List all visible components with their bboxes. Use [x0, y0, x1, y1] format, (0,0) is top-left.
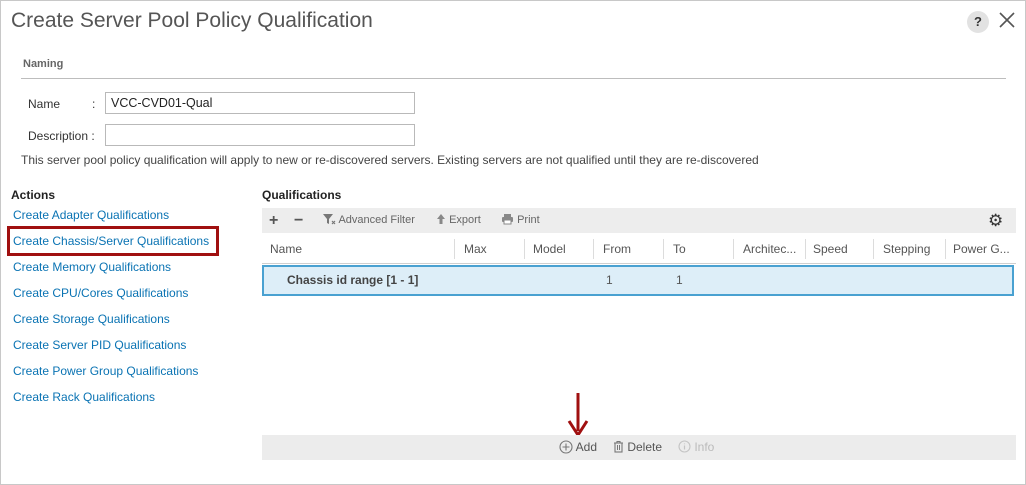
- add-circle-icon: [559, 440, 573, 454]
- create-server-pid-qualifications-link[interactable]: Create Server PID Qualifications: [13, 338, 186, 352]
- create-adapter-qualifications-link[interactable]: Create Adapter Qualifications: [13, 208, 169, 222]
- column-header-model[interactable]: Model: [533, 235, 593, 263]
- column-header-architecture[interactable]: Architec...: [743, 235, 805, 263]
- description-field[interactable]: [105, 124, 415, 146]
- qualifications-heading: Qualifications: [262, 188, 342, 202]
- description-label: Description :: [28, 129, 95, 143]
- column-divider: [805, 239, 806, 259]
- advanced-filter-button[interactable]: Advanced Filter: [322, 208, 415, 233]
- help-button[interactable]: ?: [967, 11, 989, 33]
- naming-section-label: Naming: [23, 58, 64, 70]
- column-divider: [873, 239, 874, 259]
- highlight-annotation-box: [7, 226, 219, 256]
- export-button[interactable]: Export: [436, 208, 481, 233]
- column-divider: [524, 239, 525, 259]
- trash-icon: [614, 440, 623, 453]
- remove-row-button[interactable]: −: [294, 208, 303, 233]
- info-icon: [678, 440, 691, 453]
- column-header-name[interactable]: Name: [270, 235, 450, 263]
- advanced-filter-label: Advanced Filter: [338, 214, 415, 226]
- column-header-max[interactable]: Max: [464, 235, 524, 263]
- column-header-to[interactable]: To: [673, 235, 733, 263]
- naming-divider: [21, 78, 1006, 79]
- name-label: Name: [28, 97, 61, 111]
- print-button[interactable]: Print: [501, 208, 540, 233]
- add-label: Add: [575, 440, 598, 454]
- create-storage-qualifications-link[interactable]: Create Storage Qualifications: [13, 312, 170, 326]
- create-rack-qualifications-link[interactable]: Create Rack Qualifications: [13, 390, 155, 404]
- info-button[interactable]: Info: [678, 435, 714, 460]
- name-colon: :: [92, 97, 96, 111]
- filter-icon: [323, 214, 336, 225]
- close-icon[interactable]: [997, 10, 1017, 30]
- name-field[interactable]: VCC-CVD01-Qual: [105, 92, 415, 114]
- add-row-button[interactable]: +: [269, 208, 278, 233]
- qualifications-toolbar: + − Advanced Filter Export Print ⚙: [262, 208, 1016, 233]
- dialog-title: Create Server Pool Policy Qualification: [11, 9, 373, 32]
- column-header-from[interactable]: From: [603, 235, 663, 263]
- export-label: Export: [449, 214, 481, 226]
- create-power-group-qualifications-link[interactable]: Create Power Group Qualifications: [13, 364, 198, 378]
- create-cpu-cores-qualifications-link[interactable]: Create CPU/Cores Qualifications: [13, 286, 188, 300]
- table-row[interactable]: Chassis id range [1 - 1] 1 1: [262, 265, 1014, 296]
- qualifications-action-bar: Add Delete Info: [262, 435, 1016, 460]
- create-memory-qualifications-link[interactable]: Create Memory Qualifications: [13, 260, 171, 274]
- export-icon: [437, 214, 445, 224]
- qualifications-table-header: Name Max Model From To Architec... Speed…: [262, 235, 1016, 264]
- print-label: Print: [517, 214, 540, 226]
- row-name-cell: Chassis id range [1 - 1]: [287, 273, 419, 287]
- actions-heading: Actions: [11, 188, 56, 202]
- delete-label: Delete: [627, 440, 663, 454]
- column-divider: [945, 239, 946, 259]
- column-divider: [663, 239, 664, 259]
- qualification-note: This server pool policy qualification wi…: [21, 153, 759, 167]
- gear-icon[interactable]: ⚙: [988, 208, 1003, 233]
- info-label: Info: [694, 440, 715, 454]
- add-button[interactable]: Add: [559, 435, 597, 460]
- printer-icon: [502, 214, 513, 225]
- column-divider: [733, 239, 734, 259]
- column-divider: [593, 239, 594, 259]
- column-header-stepping[interactable]: Stepping: [883, 235, 945, 263]
- column-header-power-group[interactable]: Power G...: [953, 235, 1013, 263]
- delete-button[interactable]: Delete: [613, 435, 662, 460]
- column-header-speed[interactable]: Speed: [813, 235, 873, 263]
- row-to-cell: 1: [676, 273, 683, 287]
- column-divider: [454, 239, 455, 259]
- row-from-cell: 1: [606, 273, 613, 287]
- create-pool-qualification-dialog: Create Server Pool Policy Qualification …: [0, 0, 1026, 485]
- arrow-annotation-icon: [567, 393, 589, 437]
